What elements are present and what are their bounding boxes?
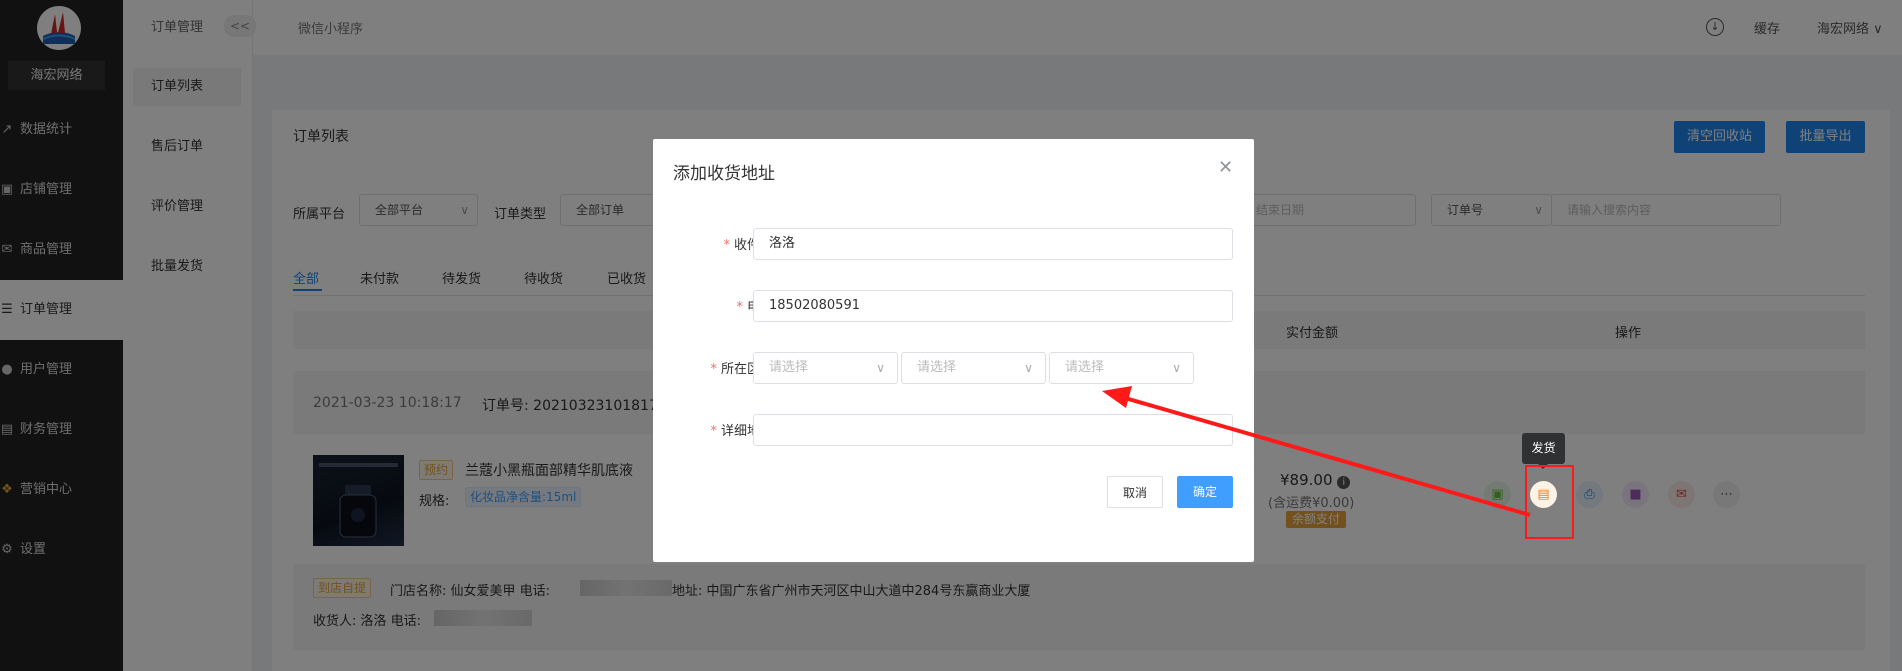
annotation-arrow	[1102, 386, 1531, 517]
